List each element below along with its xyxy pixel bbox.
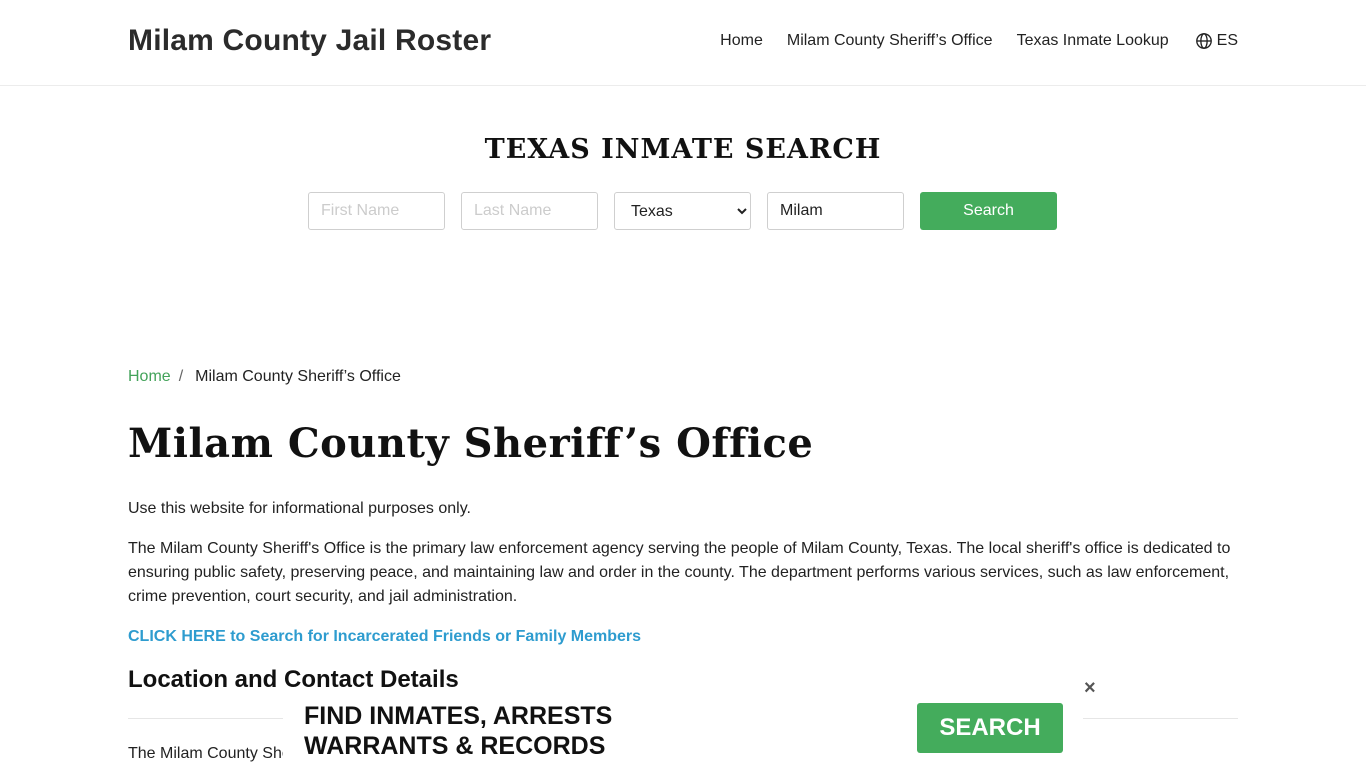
banner-text: FIND INMATES, ARRESTS WARRANTS & RECORDS	[304, 701, 612, 761]
page-title: Milam County Sheriff’s Office	[128, 420, 814, 467]
main-nav: Home Milam County Sheriff’s Office Texas…	[696, 32, 1238, 50]
banner-line-1: FIND INMATES, ARRESTS	[304, 702, 613, 730]
search-button[interactable]: Search	[920, 192, 1057, 230]
last-name-input[interactable]	[461, 192, 598, 230]
disclaimer-text: Use this website for informational purpo…	[128, 500, 471, 517]
breadcrumb-current: Milam County Sheriff’s Office	[195, 368, 401, 385]
breadcrumb: Home / Milam County Sheriff’s Office	[128, 368, 401, 386]
promo-banner: FIND INMATES, ARRESTS WARRANTS & RECORDS…	[283, 697, 1083, 768]
breadcrumb-separator: /	[178, 368, 184, 385]
nav-home[interactable]: Home	[720, 32, 763, 50]
section-heading: Location and Contact Details	[128, 666, 459, 693]
language-switcher[interactable]: ES	[1195, 32, 1238, 50]
nav-texas-inmate-lookup[interactable]: Texas Inmate Lookup	[1017, 32, 1169, 50]
first-name-input[interactable]	[308, 192, 445, 230]
site-title[interactable]: Milam County Jail Roster	[128, 24, 491, 58]
intro-paragraph: The Milam County Sheriff's Office is the…	[128, 540, 1231, 605]
breadcrumb-home[interactable]: Home	[128, 368, 171, 386]
search-inmates-link[interactable]: CLICK HERE to Search for Incarcerated Fr…	[128, 625, 1238, 649]
close-icon[interactable]: ×	[1084, 677, 1096, 700]
banner-line-2: WARRANTS & RECORDS	[304, 732, 606, 760]
county-input[interactable]	[767, 192, 904, 230]
banner-search-button[interactable]: SEARCH	[917, 703, 1063, 753]
search-heading: TEXAS INMATE SEARCH	[484, 134, 882, 165]
globe-icon	[1195, 33, 1212, 49]
inmate-search-form: Texas Search	[308, 192, 1057, 230]
state-select[interactable]: Texas	[614, 192, 751, 230]
top-navbar: Milam County Jail Roster Home Milam Coun…	[0, 0, 1366, 86]
nav-sheriffs-office[interactable]: Milam County Sheriff’s Office	[787, 32, 993, 50]
language-label: ES	[1216, 32, 1238, 49]
